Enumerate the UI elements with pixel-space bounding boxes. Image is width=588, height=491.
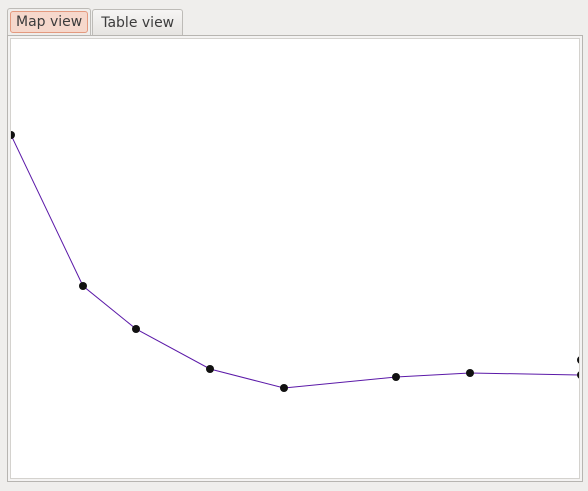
tab-map-view-label: Map view: [10, 11, 89, 33]
route-line: [11, 134, 579, 389]
tab-table-view[interactable]: Table view: [92, 9, 184, 35]
route-point[interactable]: [466, 369, 474, 377]
route-point[interactable]: [577, 356, 580, 364]
route-point[interactable]: [280, 384, 288, 392]
tab-map-view[interactable]: Map view: [7, 8, 92, 35]
app-window: Map view Table view: [0, 0, 588, 491]
route-plot[interactable]: [11, 39, 580, 479]
route-point[interactable]: [79, 282, 87, 290]
tab-bar: Map view Table view: [7, 8, 184, 35]
route-point[interactable]: [577, 371, 580, 379]
map-canvas[interactable]: [10, 38, 580, 479]
map-panel: [7, 35, 583, 482]
route-point[interactable]: [11, 131, 15, 139]
route-point[interactable]: [132, 325, 140, 333]
route-point[interactable]: [206, 365, 214, 373]
route-points: [11, 131, 580, 392]
route-point[interactable]: [392, 373, 400, 381]
tab-table-view-label: Table view: [101, 14, 175, 31]
